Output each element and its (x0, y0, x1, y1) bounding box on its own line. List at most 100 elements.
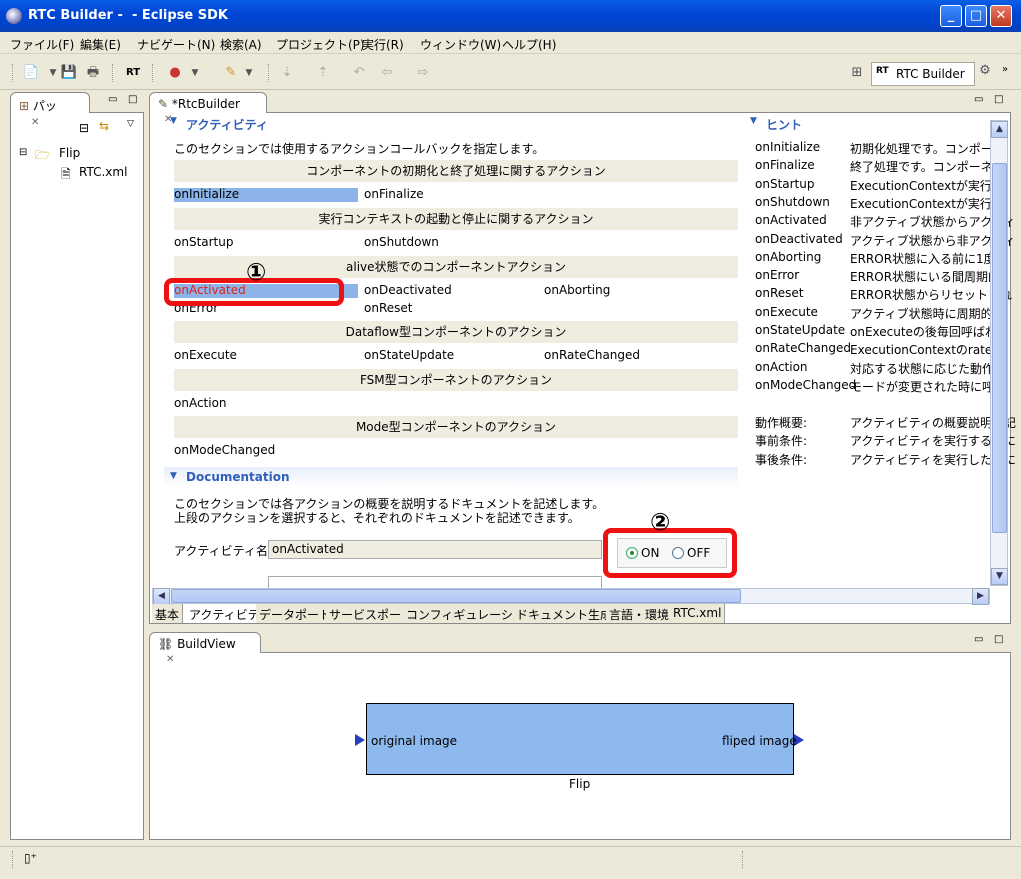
close-tab-icon[interactable]: ✕ (31, 117, 39, 128)
last-edit-icon[interactable]: ↶ (350, 64, 368, 82)
editor-page-tab[interactable]: データポート (256, 604, 336, 623)
rt-icon[interactable]: RT (124, 64, 142, 82)
wand-icon[interactable]: ✎ (222, 64, 240, 82)
fast-view-icon[interactable]: ▯⁺ (24, 851, 37, 865)
new-icon[interactable]: 📄 (22, 64, 40, 82)
horizontal-scroll-thumb[interactable] (171, 589, 741, 603)
maximize-editor-icon[interactable]: □ (994, 94, 1003, 105)
action-onstateupdate[interactable]: onStateUpdate (364, 348, 454, 362)
activity-name-label: アクティビティ名 : (174, 544, 276, 558)
hint-row: onShutdown ExecutionContextが実行を (755, 194, 1004, 211)
action-onmodechanged[interactable]: onModeChanged (174, 443, 275, 457)
documentation-desc-2: 上段のアクションを選択すると、それぞれのドキュメントを記述できます。 (174, 511, 580, 525)
action-onexecute[interactable]: onExecute (174, 348, 237, 362)
link-editor-icon[interactable]: ⇆ (99, 119, 109, 133)
section-twistie-icon[interactable]: ▼ (170, 471, 177, 481)
tab-rtcbuilder[interactable]: ✎ *RtcBuilder ✕ (149, 92, 267, 125)
action-ondeactivated[interactable]: onDeactivated (364, 283, 452, 297)
hint-row: 動作概要: アクティビティの概要説明を記 (755, 414, 1016, 431)
view-menu-icon[interactable]: ▽ (127, 119, 134, 129)
section-twistie-icon[interactable]: ▼ (170, 116, 177, 126)
editor-vertical-scrollbar[interactable]: ▲ ▼ (990, 120, 1008, 586)
run-icon[interactable]: ● (166, 64, 184, 82)
editor-page-tab[interactable]: ドキュメント生成 (513, 604, 617, 623)
tree-item-flip[interactable]: Flip (59, 146, 80, 160)
hint-value: ExecutionContextのrateが (850, 343, 1005, 358)
scroll-right-icon[interactable]: ▶ (972, 588, 989, 605)
menu-help[interactable]: ヘルプ(H) (502, 36, 556, 53)
hint-key: onShutdown (755, 194, 830, 209)
in-port-icon[interactable] (355, 734, 365, 746)
tab-navigator[interactable]: ⊞ パッ ✕ (10, 92, 90, 128)
action-onfinalize[interactable]: onFinalize (364, 187, 424, 201)
eclipse-app-icon (6, 8, 22, 24)
menu-window[interactable]: ウィンドウ(W) (420, 36, 501, 53)
next-annotation-icon[interactable]: ⇣ (278, 64, 296, 82)
tree-item-rtcxml[interactable]: RTC.xml (79, 165, 127, 179)
editor-page-tab[interactable]: 基本 (152, 604, 184, 623)
close-button[interactable]: ✕ (990, 5, 1012, 27)
toolbar-grip[interactable] (152, 64, 155, 82)
perspective-button[interactable]: RT RTC Builder (871, 62, 975, 86)
hint-twistie-icon[interactable]: ▼ (750, 116, 757, 126)
hint-value: ERROR状態に入る前に1度 (850, 251, 996, 266)
editor-horizontal-scrollbar[interactable]: ◀ ▶ (152, 588, 990, 605)
prev-annotation-icon[interactable]: ⇡ (314, 64, 332, 82)
hint-row: onReset ERROR状態からリセットされ (755, 286, 1012, 302)
minimize-button[interactable]: _ (940, 5, 962, 27)
editor-page-tab[interactable]: 言語・環境 (606, 604, 674, 623)
close-tab-icon[interactable]: ✕ (166, 654, 174, 665)
hint-key: 事前条件: (755, 434, 808, 449)
main-toolbar: 📄 ▼ 💾 🖶 RT ● ▼ ✎ ▼ ⇣ ⇡ ↶ ⇦ ⇨ ⊞ (0, 56, 1021, 90)
hint-value: 対応する状態に応じた動作 (850, 361, 995, 376)
dropdown-icon[interactable]: ▼ (186, 64, 204, 82)
back-icon[interactable]: ⇦ (378, 64, 396, 82)
menu-navigate[interactable]: ナビゲート(N) (137, 36, 215, 53)
hint-row: 事後条件: アクティビティを実行した後に (755, 451, 1016, 468)
scroll-down-icon[interactable]: ▼ (991, 568, 1008, 585)
minimize-editor-icon[interactable]: ▭ (974, 94, 983, 105)
action-onratechanged[interactable]: onRateChanged (544, 348, 640, 362)
toolbar-grip[interactable] (112, 64, 115, 82)
buildview-icon: ⛓ (158, 637, 174, 651)
dropdown-icon[interactable]: ▼ (240, 64, 258, 82)
save-icon[interactable]: 💾 (60, 64, 78, 82)
print-icon[interactable]: 🖶 (84, 64, 102, 82)
minimize-buildview-icon[interactable]: ▭ (974, 634, 983, 645)
action-onreset[interactable]: onReset (364, 301, 412, 315)
group-init-final: コンポーネントの初期化と終了処理に関するアクション (174, 160, 738, 182)
toolbar-grip[interactable] (12, 64, 15, 82)
tab-buildview[interactable]: ⛓ BuildView ✕ (149, 632, 261, 665)
minimize-view-icon[interactable]: ▭ (108, 94, 117, 105)
action-onshutdown[interactable]: onShutdown (364, 235, 439, 249)
vertical-scroll-thumb[interactable] (992, 163, 1007, 533)
editor-page-tab[interactable]: RTC.xml (670, 604, 726, 623)
perspective-extra-icon[interactable]: ⚙ (976, 62, 994, 80)
action-onaborting[interactable]: onAborting (544, 283, 610, 297)
collapse-all-icon[interactable]: ⊟ (79, 121, 89, 135)
action-oninitialize[interactable]: onInitialize (174, 187, 239, 201)
hint-row: onModeChanged モードが変更された時に呼ば (755, 378, 1006, 394)
more-perspectives-icon[interactable]: » (1002, 64, 1008, 75)
forward-icon[interactable]: ⇨ (414, 64, 432, 82)
maximize-buildview-icon[interactable]: □ (994, 634, 1003, 645)
scroll-up-icon[interactable]: ▲ (991, 121, 1008, 138)
action-onstartup[interactable]: onStartup (174, 235, 233, 249)
tree-collapse-icon[interactable]: ⊟ (19, 147, 27, 158)
menu-search[interactable]: 検索(A) (220, 36, 262, 53)
hint-row: onAction 対応する状態に応じた動作 (755, 360, 994, 376)
hint-key: onActivated (755, 213, 827, 228)
group-dataflow: Dataflow型コンポーネントのアクション (174, 321, 738, 343)
menu-project[interactable]: プロジェクト(P) (276, 36, 365, 53)
menu-edit[interactable]: 編集(E) (80, 36, 121, 53)
activity-name-field[interactable]: onActivated (268, 540, 602, 559)
scroll-left-icon[interactable]: ◀ (153, 588, 170, 605)
action-onaction[interactable]: onAction (174, 396, 227, 410)
menu-file[interactable]: ファイル(F) (10, 36, 74, 53)
hint-row: onFinalize 終了処理です。コンポーネン (755, 158, 1005, 174)
maximize-button[interactable]: □ (965, 5, 987, 27)
open-perspective-icon[interactable]: ⊞ (848, 64, 866, 82)
menu-run[interactable]: 実行(R) (362, 36, 404, 53)
toolbar-grip[interactable] (268, 64, 271, 82)
maximize-view-icon[interactable]: □ (128, 94, 137, 105)
